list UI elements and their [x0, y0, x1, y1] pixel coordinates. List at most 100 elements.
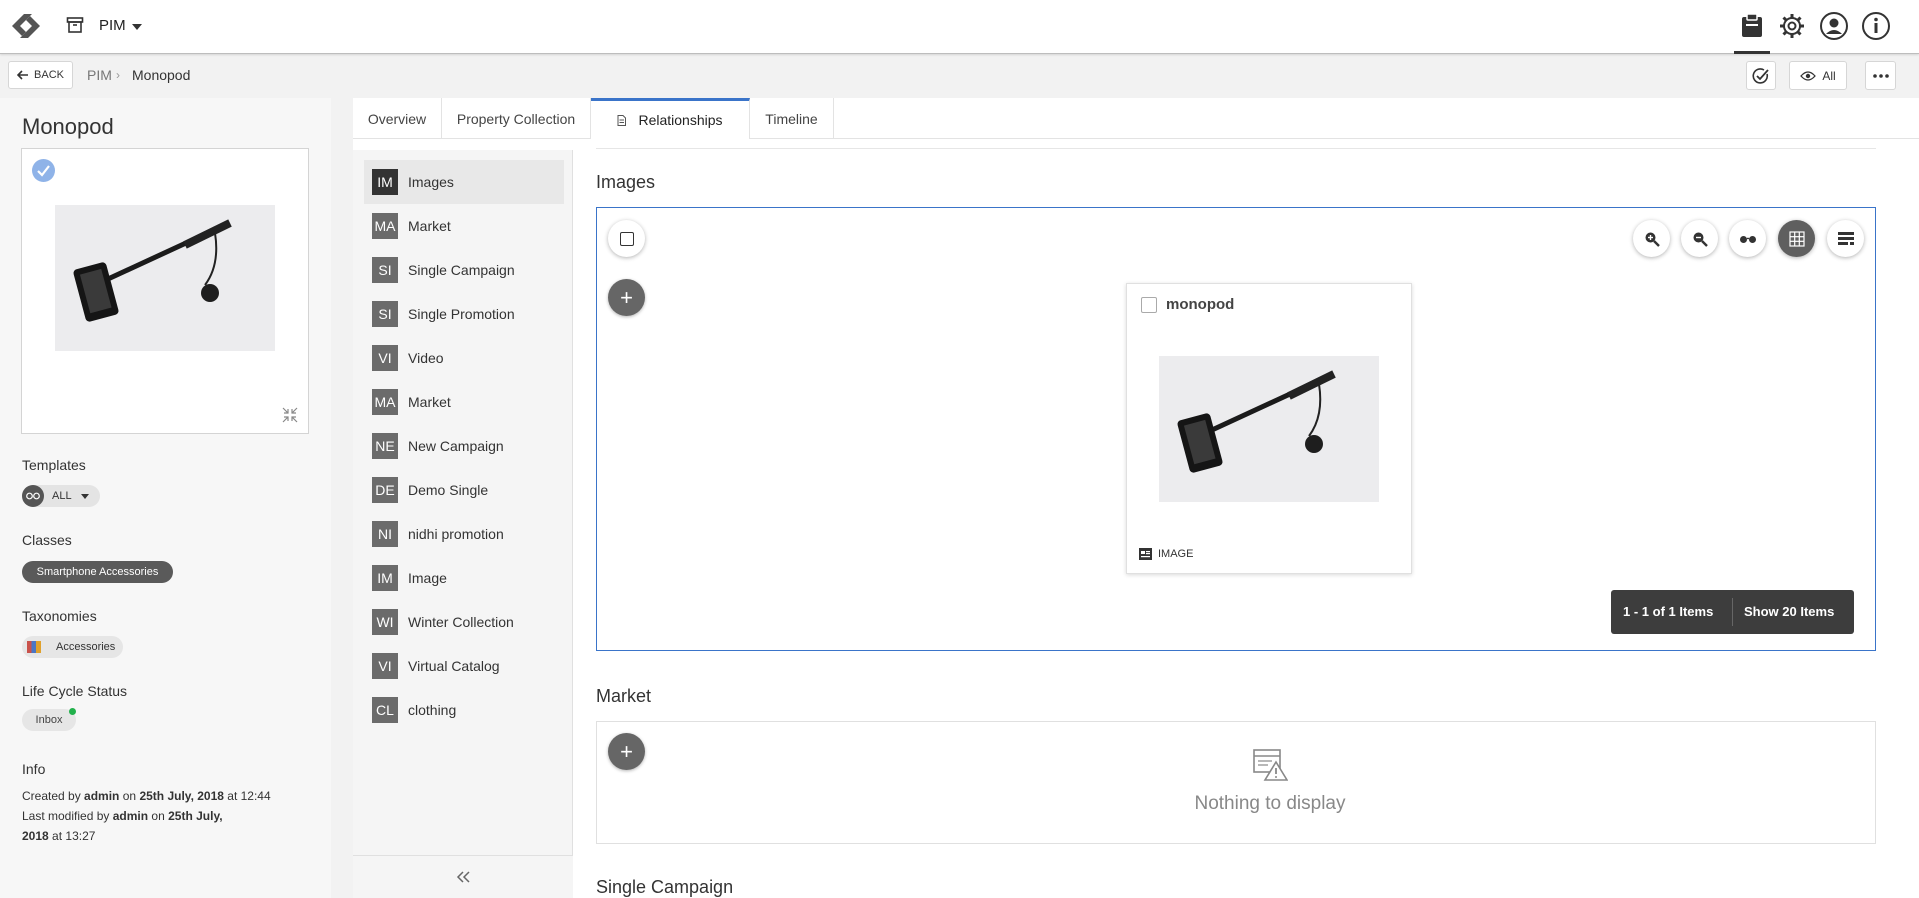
selected-check-icon[interactable] — [32, 159, 55, 182]
top-bar: PIM — [0, 0, 1919, 54]
preview-button[interactable] — [1729, 220, 1766, 257]
lifecycle-label: Life Cycle Status — [22, 683, 128, 699]
info-icon[interactable] — [1861, 11, 1891, 41]
tab-overview[interactable]: Overview — [353, 98, 442, 139]
rel-label: Demo Single — [408, 482, 489, 498]
rel-label: Single Promotion — [408, 306, 515, 322]
rel-nav-item-images[interactable]: IM Images — [364, 160, 564, 204]
rel-nav-item-new-campaign[interactable]: NE New Campaign — [364, 424, 564, 468]
list-view-button[interactable] — [1827, 220, 1864, 257]
chevron-down-icon[interactable] — [132, 24, 142, 30]
rel-nav-item-single-campaign[interactable]: SI Single Campaign — [364, 248, 564, 292]
module-selector-label[interactable]: PIM — [99, 17, 126, 34]
nav-collapse-bar[interactable] — [353, 855, 573, 898]
glasses-icon — [1739, 235, 1756, 243]
rel-label: Market — [408, 218, 451, 234]
rel-label: Images — [408, 174, 454, 190]
check-status-button[interactable] — [1746, 61, 1776, 90]
add-market-button[interactable]: + — [608, 733, 645, 770]
images-section-title: Images — [596, 172, 656, 192]
tab-timeline[interactable]: Timeline — [750, 98, 834, 139]
rel-nav-item-winter-collection[interactable]: WI Winter Collection — [364, 600, 564, 644]
zoom-out-button[interactable] — [1681, 220, 1718, 257]
rel-nav-item-clothing[interactable]: CL clothing — [364, 688, 564, 732]
pagination-bar: 1 - 1 of 1 Items Show 20 Items — [1611, 590, 1854, 634]
rel-badge: VI — [372, 345, 398, 371]
modified-year: 2018 — [22, 829, 49, 843]
created-time: at 12:44 — [227, 789, 271, 803]
rel-badge: SI — [372, 257, 398, 283]
rel-badge: MA — [372, 213, 398, 239]
rel-label: clothing — [408, 702, 457, 718]
rel-badge: MA — [372, 389, 398, 415]
modified-prefix: Last modified by — [22, 809, 110, 823]
grid-icon — [1788, 230, 1805, 247]
modified-info: Last modified by admin on 25th July, — [22, 809, 223, 823]
more-horizontal-icon — [1872, 73, 1889, 78]
chevron-down-icon — [80, 493, 89, 499]
check-circle-icon — [1752, 67, 1769, 84]
rel-label: New Campaign — [408, 438, 504, 454]
taxonomies-label: Taxonomies — [22, 608, 97, 624]
market-relationship-panel — [596, 721, 1876, 844]
view-filter-button[interactable]: All — [1789, 61, 1847, 90]
archive-icon[interactable] — [66, 16, 84, 34]
class-chip[interactable]: Smartphone Accessories — [22, 561, 173, 583]
lifecycle-status-chip[interactable]: Inbox — [22, 709, 76, 731]
modified-user: admin — [112, 809, 149, 823]
back-button[interactable]: BACK — [8, 61, 73, 89]
info-label: Info — [22, 761, 46, 777]
grid-view-button[interactable] — [1778, 220, 1815, 257]
templates-label: Templates — [22, 457, 86, 473]
breadcrumb-root[interactable]: PIM — [87, 67, 112, 83]
rel-badge: NE — [372, 433, 398, 459]
pagination-info: 1 - 1 of 1 Items — [1623, 604, 1714, 619]
tile-name: monopod — [1166, 296, 1235, 313]
rel-nav-item-image[interactable]: IM Image — [364, 556, 564, 600]
rel-label: Single Campaign — [408, 262, 515, 278]
app-logo-icon[interactable] — [6, 9, 46, 43]
zoom-in-icon — [1645, 232, 1660, 247]
tile-type-label: IMAGE — [1158, 548, 1194, 560]
list-view-icon — [1837, 231, 1854, 245]
empty-state-icon — [1253, 749, 1288, 781]
created-on-word: on — [122, 789, 137, 803]
rel-nav-item-single-promotion[interactable]: SI Single Promotion — [364, 292, 564, 336]
rel-nav-item-market[interactable]: MA Market — [364, 204, 564, 248]
task-clipboard-icon[interactable] — [1737, 11, 1767, 41]
rel-badge: WI — [372, 609, 398, 635]
double-chevron-left-icon[interactable] — [456, 871, 470, 883]
zoom-in-button[interactable] — [1633, 220, 1670, 257]
section-divider — [596, 148, 1876, 149]
taxonomy-chip[interactable]: Accessories — [22, 636, 123, 658]
breadcrumb-current: Monopod — [132, 67, 191, 83]
page-size-button[interactable]: Show 20 Items — [1744, 604, 1834, 619]
modified-time: at 13:27 — [52, 829, 96, 843]
template-selector[interactable]: ALL — [22, 485, 100, 507]
rel-nav-item-market-2[interactable]: MA Market — [364, 380, 564, 424]
entity-title: Monopod — [22, 114, 114, 139]
user-avatar-icon[interactable] — [1819, 11, 1849, 41]
rel-nav-item-nidhi-promotion[interactable]: NI nidhi promotion — [364, 512, 564, 556]
pagination-divider — [1732, 598, 1733, 626]
select-all-button[interactable] — [608, 220, 645, 257]
tab-relationships[interactable]: Relationships — [591, 98, 750, 139]
arrow-left-icon — [17, 70, 29, 80]
tile-checkbox[interactable] — [1141, 297, 1157, 313]
more-options-button[interactable] — [1865, 61, 1896, 90]
tab-property-collection[interactable]: Property Collection — [442, 98, 591, 139]
created-prefix: Created by — [22, 789, 81, 803]
tab-overview-label: Overview — [367, 110, 427, 127]
classes-label: Classes — [22, 532, 72, 548]
rel-badge: SI — [372, 301, 398, 327]
tab-timeline-label: Timeline — [765, 110, 818, 127]
add-image-button[interactable]: + — [608, 279, 645, 316]
rel-nav-item-video[interactable]: VI Video — [364, 336, 564, 380]
rel-nav-item-demo-single[interactable]: DE Demo Single — [364, 468, 564, 512]
modified-on-word: on — [151, 809, 165, 823]
image-type-icon — [1139, 548, 1152, 560]
tab-relationships-label: Relationships — [638, 112, 723, 128]
gear-icon[interactable] — [1777, 11, 1807, 41]
rel-nav-item-virtual-catalog[interactable]: VI Virtual Catalog — [364, 644, 564, 688]
collapse-arrows-icon[interactable] — [282, 407, 298, 423]
